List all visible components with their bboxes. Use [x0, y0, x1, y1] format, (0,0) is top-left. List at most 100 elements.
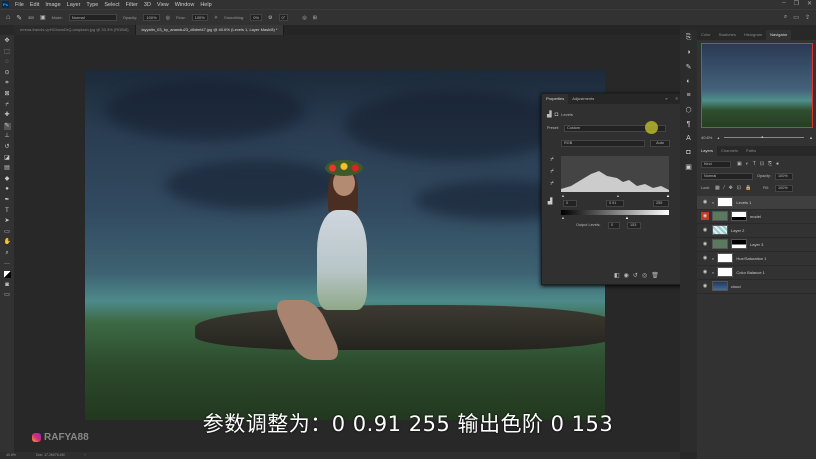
type-tool-icon[interactable]: T	[4, 208, 11, 215]
visibility-eye-icon[interactable]: ◉	[701, 198, 709, 206]
visibility-eye-icon[interactable]: ◉	[701, 240, 709, 248]
pressure-opacity-icon[interactable]: ◎	[166, 15, 170, 21]
more-tools-icon[interactable]: …	[4, 260, 11, 267]
tab-swatches[interactable]: Swatches	[715, 30, 740, 40]
input-white-field[interactable]: 255	[653, 200, 669, 207]
gray-eyedropper-icon[interactable]: ⌿	[548, 168, 556, 176]
visibility-eye-icon[interactable]: ◉	[701, 254, 709, 262]
input-gamma-field[interactable]: 0.91	[606, 200, 624, 207]
airbrush-icon[interactable]: ✧	[214, 15, 218, 21]
menu-image[interactable]: Image	[45, 2, 60, 8]
menu-type[interactable]: Type	[86, 2, 98, 8]
blend-mode-select[interactable]: Normal	[701, 173, 753, 180]
cube-icon[interactable]: ⬡	[685, 106, 691, 114]
visibility-eye-icon[interactable]: ◉	[701, 212, 709, 221]
character-icon[interactable]: A	[686, 135, 691, 142]
minimize-icon[interactable]: –	[782, 0, 785, 7]
brush-icon[interactable]: ✎	[16, 14, 22, 22]
close-icon[interactable]: ✕	[807, 0, 812, 7]
document-canvas[interactable]	[85, 70, 605, 420]
menu-select[interactable]: Select	[104, 2, 119, 8]
lock-artboard-icon[interactable]: ⊡	[737, 185, 741, 191]
filter-shape-icon[interactable]: ⊡	[760, 161, 764, 167]
black-eyedropper-icon[interactable]: ⌿	[548, 156, 556, 164]
tab-channels[interactable]: Channels	[717, 146, 742, 156]
layer-name[interactable]: Levels 1	[736, 200, 751, 205]
shape-tool-icon[interactable]: ▭	[4, 229, 11, 236]
menu-3d[interactable]: 3D	[144, 2, 151, 8]
tab-adjustments[interactable]: Adjustments	[568, 94, 598, 104]
gradient-tool-icon[interactable]: ▤	[4, 165, 11, 172]
filter-pixel-icon[interactable]: ▣	[737, 161, 742, 167]
tab-paths[interactable]: Paths	[742, 146, 760, 156]
status-zoom[interactable]: 40.6%	[6, 452, 16, 459]
libraries-icon[interactable]: ▣	[685, 163, 692, 171]
tab-navigator[interactable]: Navigator	[766, 30, 792, 40]
output-black-slider[interactable]: ▲	[561, 215, 565, 220]
output-white-slider[interactable]: ▲	[625, 215, 629, 220]
menu-edit[interactable]: Edit	[30, 2, 39, 8]
paragraph-icon[interactable]: ¶	[687, 121, 691, 128]
layer-name[interactable]: model	[750, 214, 761, 219]
layer-opacity-field[interactable]: 100%	[775, 173, 793, 180]
filter-adjust-icon[interactable]: ◐	[746, 161, 749, 167]
filter-toggle-icon[interactable]: ●	[776, 161, 779, 167]
styles-icon[interactable]: ◘	[686, 149, 690, 156]
angle-field[interactable]: 0°	[278, 14, 289, 21]
properties-icon[interactable]: ≡	[686, 92, 690, 99]
quick-mask-icon[interactable]: ◙	[4, 282, 11, 289]
eraser-tool-icon[interactable]: ◪	[4, 155, 11, 162]
view-previous-icon[interactable]: ◉	[624, 272, 629, 279]
history-icon[interactable]: ⎘	[686, 34, 692, 42]
opacity-field[interactable]: 100%	[143, 14, 160, 21]
collapse-icon[interactable]: »	[661, 94, 671, 104]
tab-layers[interactable]: Layers	[697, 146, 718, 156]
layer-row[interactable]: ◉ Layer 2	[697, 224, 816, 238]
layer-row[interactable]: ◉ ◐ Levels 1	[697, 196, 816, 210]
menu-window[interactable]: Window	[175, 2, 195, 8]
tab-properties[interactable]: Properties	[542, 94, 569, 104]
smoothing-field[interactable]: 0%	[250, 14, 263, 21]
input-black-slider[interactable]: ▲	[561, 193, 565, 198]
menu-view[interactable]: View	[157, 2, 169, 8]
brushes-icon[interactable]: ✎	[686, 63, 692, 71]
screen-mode-icon[interactable]: ▭	[4, 292, 11, 299]
search-icon[interactable]: ⌕	[784, 14, 787, 21]
stamp-tool-icon[interactable]: ⊥	[4, 133, 11, 140]
pen-tool-icon[interactable]: ✒	[4, 197, 11, 204]
history-brush-icon[interactable]: ↺	[4, 144, 11, 151]
tab-color[interactable]: Color	[697, 30, 715, 40]
menu-filter[interactable]: Filter	[126, 2, 138, 8]
layer-row[interactable]: ◉ ◐ Color Balance 1	[697, 266, 816, 280]
dodge-tool-icon[interactable]: ●	[4, 186, 11, 193]
crop-tool-icon[interactable]: ⌗	[4, 80, 11, 87]
white-eyedropper-icon[interactable]: ⌿	[548, 180, 556, 188]
menu-help[interactable]: Help	[200, 2, 211, 8]
blur-tool-icon[interactable]: ◆	[4, 176, 11, 183]
status-arrow-icon[interactable]: ›	[85, 452, 86, 459]
lock-position-icon[interactable]: ✥	[729, 185, 733, 191]
input-gamma-slider[interactable]: ▲	[616, 193, 620, 198]
hand-tool-icon[interactable]: ✋	[4, 239, 11, 246]
lock-all-icon[interactable]: 🔒	[745, 185, 751, 191]
gear-icon[interactable]: ⚙	[268, 15, 272, 21]
home-icon[interactable]: ⌂	[6, 14, 10, 21]
zoom-in-icon[interactable]: ▲	[809, 135, 813, 140]
workspace-icon[interactable]: ▭	[793, 14, 799, 21]
channel-select[interactable]: RGB	[561, 140, 645, 147]
share-icon[interactable]: ⇪	[805, 14, 810, 21]
eyedropper-tool-icon[interactable]: ⌿	[4, 102, 11, 109]
input-white-slider[interactable]: ▲	[666, 193, 670, 198]
clip-to-layer-icon[interactable]: ◧	[614, 272, 620, 279]
frame-tool-icon[interactable]: ⊠	[4, 91, 11, 98]
lock-pixels-icon[interactable]: ▦	[715, 185, 720, 191]
visibility-eye-icon[interactable]: ◉	[701, 282, 709, 290]
restore-icon[interactable]: ❐	[794, 0, 799, 7]
color-icon[interactable]: ◑	[686, 49, 690, 56]
input-black-field[interactable]: 0	[563, 200, 577, 207]
fill-field[interactable]: 100%	[775, 185, 793, 192]
layer-row[interactable]: ◉ Layer 3	[697, 238, 816, 252]
flow-field[interactable]: 100%	[191, 14, 208, 21]
layer-name[interactable]: Layer 2	[731, 228, 744, 233]
navigator-preview[interactable]	[701, 43, 813, 128]
